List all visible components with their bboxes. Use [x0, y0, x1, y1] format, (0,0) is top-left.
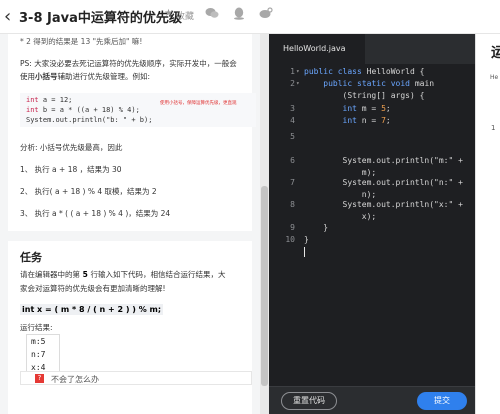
ps-line-1: PS: 大家没必要去死记运算符的优先级顺序，实际开发中，一般会: [20, 59, 237, 68]
code-line: (String[] args) {: [304, 91, 425, 100]
code-line: }: [304, 223, 329, 232]
code-line: int m = 5;: [342, 104, 391, 113]
star-icon[interactable]: ★: [164, 8, 173, 19]
result-label: 运行结果:: [20, 323, 53, 332]
output-text: He: [490, 74, 499, 81]
qq-icon[interactable]: [233, 7, 245, 23]
lesson-panel: * 2 得到的结果是 13 "先乘后加" 嘛! PS: 大家没必要去死记运算符的…: [0, 34, 260, 414]
line-number: 2: [290, 79, 295, 88]
task-expression: int x = ( m * 8 / ( n + 2 ) ) % m;: [20, 304, 164, 315]
scrollbar-thumb[interactable]: [261, 186, 268, 386]
code-line: public static void main: [323, 79, 435, 88]
ps-line-2: 使用小括号辅助进行优先级管理。例如:: [20, 72, 151, 81]
output-line-number: 1: [491, 124, 496, 132]
lesson-text: * 2 得到的结果是 13 "先乘后加" 嘛!: [20, 37, 143, 46]
line-number: 10: [285, 235, 295, 244]
help-text[interactable]: 不会了怎么办: [51, 374, 99, 385]
code-line: public class HelloWorld {: [304, 67, 425, 76]
step-3: 3、 执行 a * ( ( a + 18 ) % 4 )，结果为 24: [20, 209, 171, 218]
code-line: n);: [304, 190, 377, 199]
code-line: System.out.println("m:" +: [304, 156, 463, 165]
example-code: int a = 12; int b = a * ((a + 18) % 4); …: [20, 93, 256, 127]
line-number: 1: [290, 67, 295, 76]
task-instruction-2: 家会对运算符的优先级会有更加清晰的理解!: [20, 284, 166, 293]
step-1: 1、 执行 a + 18 ，结果为 30: [20, 165, 122, 174]
favorite-label[interactable]: 收藏: [176, 9, 194, 22]
line-number: 5: [290, 132, 295, 141]
code-line: }: [304, 235, 309, 244]
back-arrow-icon[interactable]: ‹: [4, 6, 11, 27]
analysis-text: 分析: 小括号优先级最高，因此: [20, 143, 123, 152]
code-line: System.out.println("x:" +: [304, 200, 463, 209]
line-number: 4: [290, 116, 295, 125]
fold-arrow-icon[interactable]: ▾: [296, 80, 300, 87]
code-editor[interactable]: HelloWorld.java 1 2 3 4 5 6 7 8 9 10 ▾ ▾…: [269, 34, 475, 414]
code-line: System.out.println("n:" +: [304, 178, 463, 187]
editor-footer: 重置代码 提交: [269, 386, 475, 414]
line-number: 8: [290, 200, 295, 209]
line-number: 3: [290, 104, 295, 113]
code-line: int n = 7;: [342, 116, 391, 125]
task-instruction-1: 请在编辑器中的第 5 行输入如下代码，相信结合运行结果，大: [20, 270, 226, 279]
header: ‹ 3-8 Java中运算符的优先级 ★ 收藏: [0, 0, 500, 34]
question-icon: ?: [35, 374, 44, 383]
editor-tabbar: HelloWorld.java: [269, 34, 475, 64]
result-line: m:5: [31, 337, 46, 346]
step-2: 2、 执行( a + 18 ) % 4 取模，结果为 2: [20, 187, 157, 196]
task-title: 任务: [20, 251, 42, 264]
fold-arrow-icon[interactable]: ▾: [296, 68, 300, 75]
output-panel: 运 He 1: [475, 34, 500, 414]
code-line: x);: [304, 212, 377, 221]
tab-helloworld[interactable]: HelloWorld.java: [269, 34, 365, 64]
weibo-icon[interactable]: [259, 7, 273, 22]
help-bar[interactable]: ? 不会了怎么办: [20, 371, 252, 385]
wechat-icon[interactable]: [205, 7, 219, 22]
line-number: 9: [290, 223, 295, 232]
task-card: 任务 请在编辑器中的第 5 行输入如下代码，相信结合运行结果，大 家会对运算符的…: [8, 241, 252, 414]
result-line: n:7: [31, 350, 46, 359]
code-annotation: 使用小括号，保障运算优先级，更直观: [160, 101, 237, 106]
page-title: 3-8 Java中运算符的优先级: [19, 11, 182, 26]
text-cursor: [304, 247, 305, 257]
reset-code-button[interactable]: 重置代码: [281, 392, 337, 410]
submit-button[interactable]: 提交: [417, 392, 467, 410]
line-number: 6: [290, 156, 295, 165]
output-title: 运: [491, 42, 500, 62]
line-number: 7: [290, 178, 295, 187]
code-line: m);: [304, 168, 377, 177]
